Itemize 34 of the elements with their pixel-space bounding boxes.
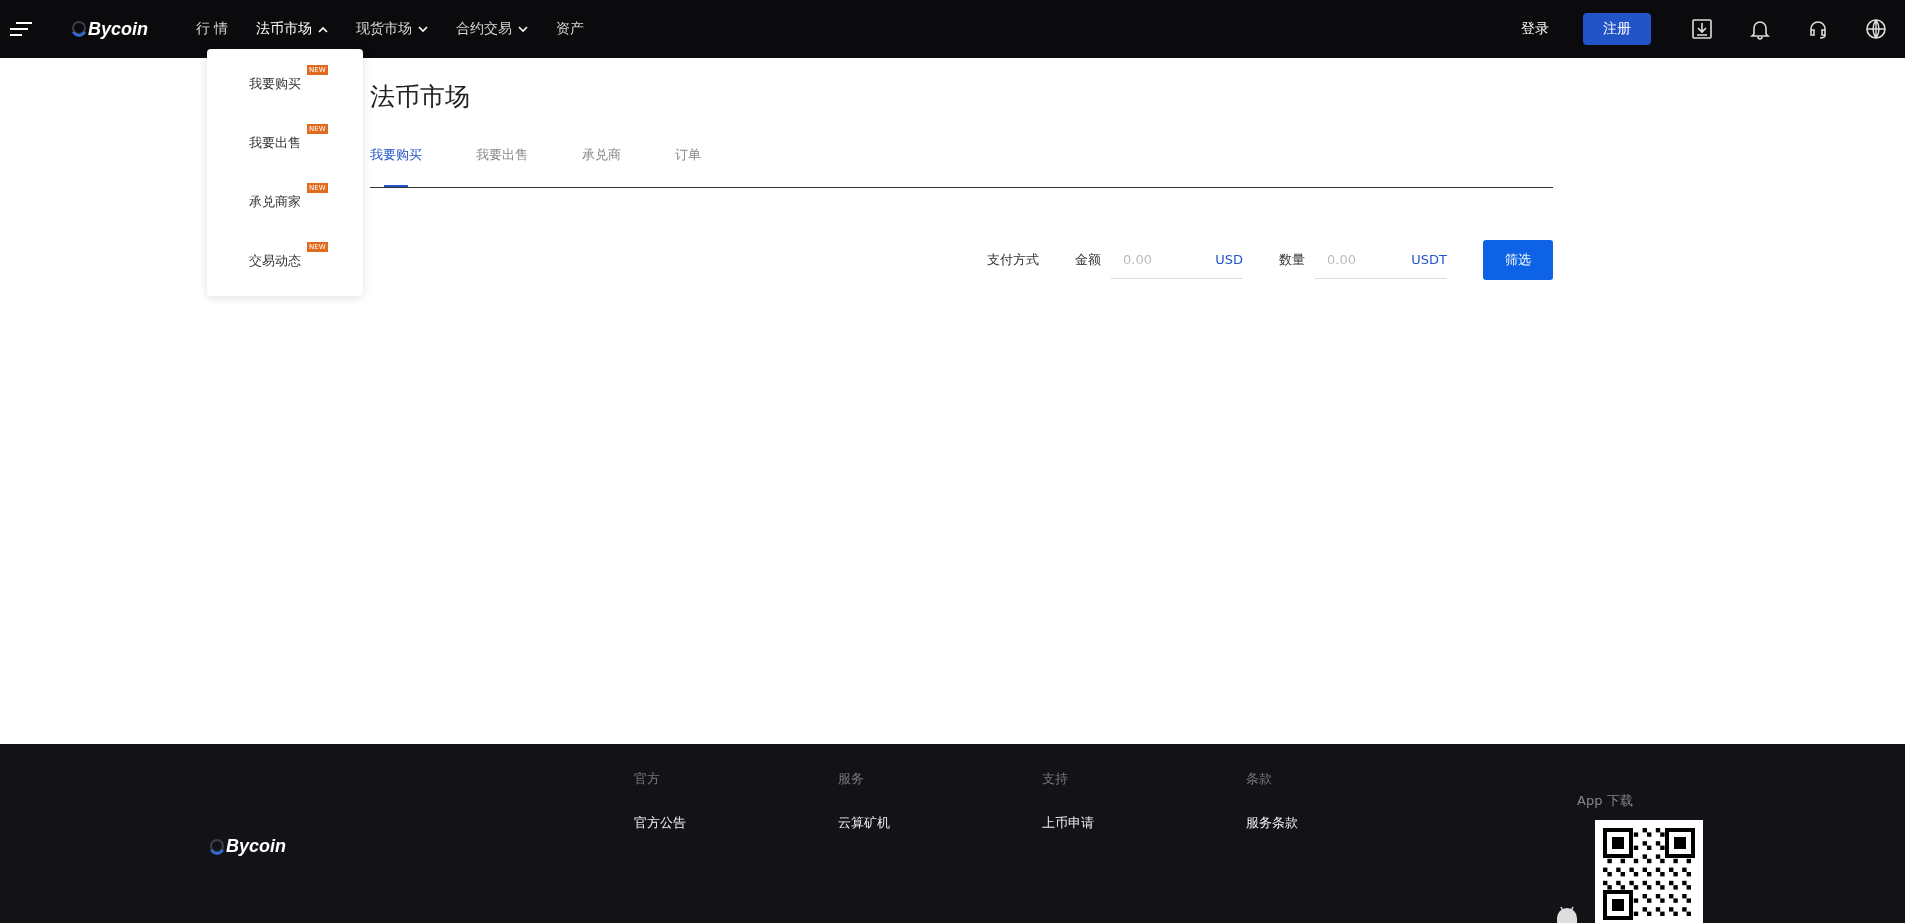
footer-heading: 条款 (1246, 770, 1273, 788)
tab[interactable]: 我要购买 (370, 137, 422, 187)
tab[interactable]: 订单 (675, 137, 701, 187)
download-icon[interactable] (1691, 18, 1713, 40)
nav-item[interactable]: 资产 (556, 20, 585, 38)
register-button[interactable]: 注册 (1583, 13, 1651, 45)
footer-heading: 官方 (634, 770, 661, 788)
footer-link[interactable]: 官方公告 (634, 814, 686, 832)
bell-icon[interactable] (1749, 18, 1771, 40)
bycoin-logo[interactable]: Bycoin (72, 18, 148, 40)
tab[interactable]: 我要出售 (476, 137, 528, 187)
page-title: 法币市场 (370, 81, 470, 113)
amount-label: 金额 (1075, 251, 1101, 269)
nav-item[interactable]: 法币市场 (256, 20, 329, 38)
menu-icon[interactable] (8, 21, 34, 37)
bycoin-logo[interactable]: Bycoin (210, 836, 286, 857)
payment-method-label[interactable]: 支付方式 (987, 251, 1039, 269)
footer-link[interactable]: 服务条款 (1246, 814, 1298, 832)
currency-unit: USD (1215, 252, 1243, 267)
footer-link[interactable]: 上币申请 (1042, 814, 1094, 832)
filter-button[interactable]: 筛选 (1483, 240, 1553, 280)
login-link[interactable]: 登录 (1515, 19, 1555, 39)
footer-heading: 服务 (838, 770, 865, 788)
headset-icon[interactable] (1807, 18, 1829, 40)
footer-link[interactable]: 云算矿机 (838, 814, 890, 832)
nav-item[interactable]: 现货市场 (356, 20, 429, 38)
currency-unit: USDT (1411, 252, 1447, 267)
nav-item[interactable]: 行 情 (196, 20, 229, 38)
tab[interactable]: 承兑商 (582, 137, 621, 187)
quantity-label: 数量 (1279, 251, 1305, 269)
globe-icon[interactable] (1865, 18, 1887, 40)
footer-heading: 支持 (1042, 770, 1069, 788)
nav-item[interactable]: 合约交易 (456, 20, 529, 38)
app-download-label: App 下载 (1577, 792, 1633, 810)
